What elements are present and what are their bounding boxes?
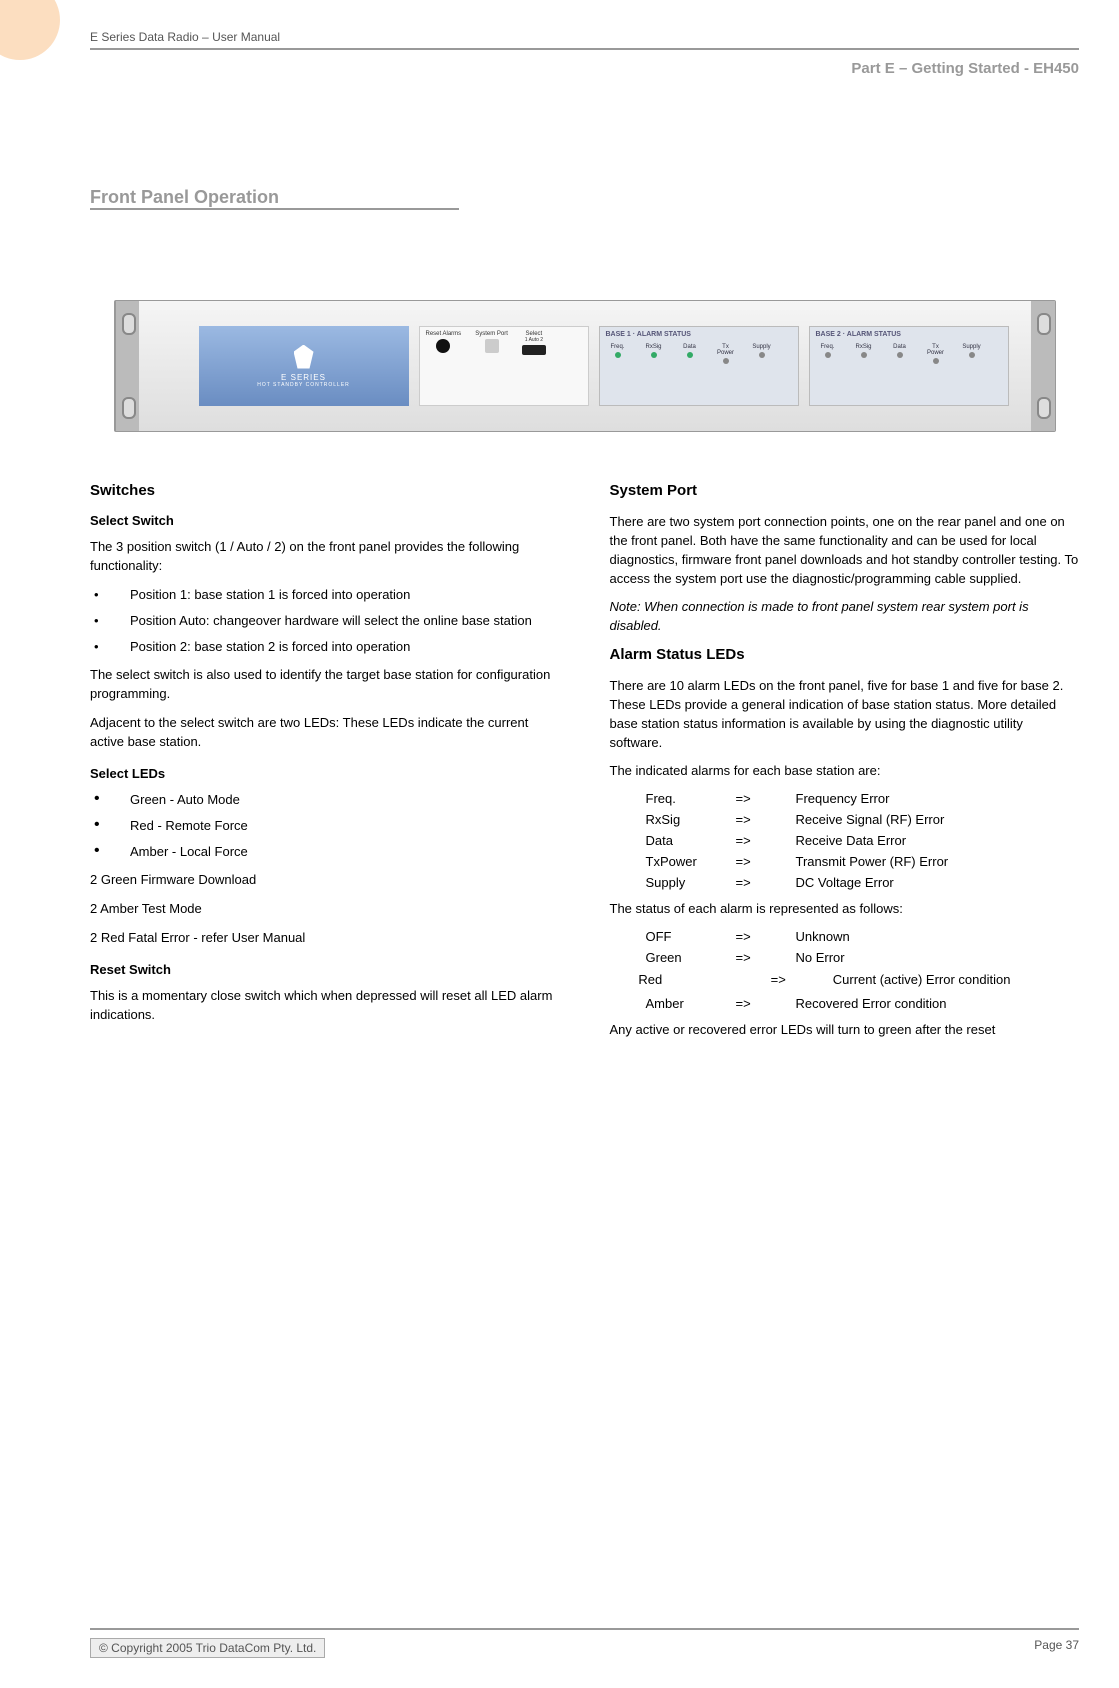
- select-led-item: Red - Remote Force: [90, 817, 560, 835]
- alarm-row: RxSig => Receive Signal (RF) Error: [646, 812, 1080, 827]
- alarm-desc: Transmit Power (RF) Error: [796, 854, 1080, 869]
- base1-led-data: Data: [683, 344, 696, 350]
- device-brand-block: E SERIES HOT STANDBY CONTROLLER: [199, 326, 409, 406]
- alarm-intro-para: There are 10 alarm LEDs on the front pan…: [610, 677, 1080, 752]
- alarm-heading: Alarm Status LEDs: [610, 646, 1080, 663]
- system-port-heading: System Port: [610, 482, 1080, 499]
- alarm-name: Data: [646, 833, 736, 848]
- position-item: Position 2: base station 2 is forced int…: [90, 638, 560, 656]
- part-label: Part E – Getting Started - EH450: [90, 60, 1079, 77]
- reset-switch-para: This is a momentary close switch which w…: [90, 987, 560, 1025]
- running-header: E Series Data Radio – User Manual: [90, 30, 1079, 50]
- reset-label: Reset Alarms: [426, 331, 462, 337]
- base1-led-txpower: Tx Power: [717, 344, 734, 356]
- select-leds-heading: Select LEDs: [90, 766, 560, 781]
- led-line: 2 Amber Test Mode: [90, 900, 560, 919]
- system-port-icon: [485, 339, 499, 353]
- corner-decoration: [0, 0, 60, 60]
- base2-sub: ALARM STATUS: [847, 331, 901, 338]
- led-line: 2 Green Firmware Download: [90, 871, 560, 890]
- led-line: 2 Red Fatal Error - refer User Manual: [90, 929, 560, 948]
- alarm-desc: Receive Data Error: [796, 833, 1080, 848]
- alarm-arrow: =>: [736, 875, 796, 890]
- device-control-panel: Reset Alarms System Port Select1 Auto 2: [419, 326, 589, 406]
- position-item: Position 1: base station 1 is forced int…: [90, 586, 560, 604]
- device-figure: E SERIES HOT STANDBY CONTROLLER Reset Al…: [114, 300, 1056, 432]
- status-name: OFF: [646, 929, 736, 944]
- base1-led-supply: Supply: [752, 344, 770, 350]
- base2-led-rxsig: RxSig: [855, 344, 871, 350]
- alarm-desc: DC Voltage Error: [796, 875, 1080, 890]
- select-positions: 1 Auto 2: [522, 337, 546, 343]
- status-desc: Unknown: [796, 929, 1080, 944]
- status-row: Amber => Recovered Error condition: [646, 996, 1080, 1011]
- status-name: Green: [646, 950, 736, 965]
- status-desc: Recovered Error condition: [796, 996, 1080, 1011]
- base2-led-data: Data: [893, 344, 906, 350]
- alarm-row: TxPower => Transmit Power (RF) Error: [646, 854, 1080, 869]
- page-number: Page 37: [1034, 1638, 1079, 1658]
- status-row: Green => No Error: [646, 950, 1080, 965]
- copyright-text: © Copyright 2005 Trio DataCom Pty. Ltd.: [90, 1638, 325, 1658]
- base2-title: BASE 2: [816, 331, 841, 338]
- position-list: Position 1: base station 1 is forced int…: [90, 586, 560, 657]
- brand-line1: E SERIES: [281, 373, 326, 382]
- alarm-desc: Frequency Error: [796, 791, 1080, 806]
- system-port-note: Note: When connection is made to front p…: [610, 598, 1080, 636]
- status-row: OFF => Unknown: [646, 929, 1080, 944]
- base2-led-supply: Supply: [962, 344, 980, 350]
- base2-led-txpower: Tx Power: [927, 344, 944, 356]
- select-adjacent-para: Adjacent to the select switch are two LE…: [90, 714, 560, 752]
- system-port-para: There are two system port connection poi…: [610, 513, 1080, 588]
- base1-led-freq: Freq.: [610, 344, 624, 350]
- section-heading: Front Panel Operation: [90, 187, 459, 210]
- select-switch-icon: [522, 345, 546, 355]
- status-intro: The status of each alarm is represented …: [610, 900, 1080, 919]
- select-identify-para: The select switch is also used to identi…: [90, 666, 560, 704]
- select-switch-heading: Select Switch: [90, 513, 560, 528]
- page-footer: © Copyright 2005 Trio DataCom Pty. Ltd. …: [90, 1628, 1079, 1658]
- base1-led-rxsig: RxSig: [645, 344, 661, 350]
- alarm-arrow: =>: [736, 812, 796, 827]
- trailing-para: Any active or recovered error LEDs will …: [610, 1021, 1080, 1040]
- alarm-arrow: =>: [736, 854, 796, 869]
- system-port-label: System Port: [475, 331, 508, 337]
- position-item: Position Auto: changeover hardware will …: [90, 612, 560, 630]
- reset-knob-icon: [436, 339, 450, 353]
- switches-heading: Switches: [90, 482, 560, 499]
- alarm-name: Supply: [646, 875, 736, 890]
- status-desc: No Error: [796, 950, 1080, 965]
- right-column: System Port There are two system port co…: [610, 482, 1080, 1050]
- base1-title: BASE 1: [606, 331, 631, 338]
- alarm-list-intro: The indicated alarms for each base stati…: [610, 762, 1080, 781]
- select-led-item: Amber - Local Force: [90, 843, 560, 861]
- status-arrow: =>: [736, 950, 796, 965]
- left-column: Switches Select Switch The 3 position sw…: [90, 482, 560, 1050]
- reset-switch-heading: Reset Switch: [90, 962, 560, 977]
- select-led-list: Green - Auto Mode Red - Remote Force Amb…: [90, 791, 560, 862]
- alarm-row: Freq. => Frequency Error: [646, 791, 1080, 806]
- status-red-line: Red => Current (active) Error condition: [610, 971, 1080, 990]
- base1-sub: ALARM STATUS: [637, 331, 691, 338]
- status-arrow: =>: [736, 929, 796, 944]
- device-base1-block: BASE 1 · ALARM STATUS Freq. RxSig Data T…: [599, 326, 799, 406]
- device-base2-block: BASE 2 · ALARM STATUS Freq. RxSig Data T…: [809, 326, 1009, 406]
- base2-led-freq: Freq.: [820, 344, 834, 350]
- status-name: Amber: [646, 996, 736, 1011]
- alarm-arrow: =>: [736, 833, 796, 848]
- select-led-item: Green - Auto Mode: [90, 791, 560, 809]
- alarm-row: Supply => DC Voltage Error: [646, 875, 1080, 890]
- brand-logo-icon: [294, 345, 314, 369]
- status-arrow: =>: [736, 996, 796, 1011]
- alarm-name: TxPower: [646, 854, 736, 869]
- alarm-name: Freq.: [646, 791, 736, 806]
- brand-line2: HOT STANDBY CONTROLLER: [257, 382, 350, 388]
- alarm-row: Data => Receive Data Error: [646, 833, 1080, 848]
- alarm-name: RxSig: [646, 812, 736, 827]
- select-switch-intro: The 3 position switch (1 / Auto / 2) on …: [90, 538, 560, 576]
- alarm-arrow: =>: [736, 791, 796, 806]
- alarm-desc: Receive Signal (RF) Error: [796, 812, 1080, 827]
